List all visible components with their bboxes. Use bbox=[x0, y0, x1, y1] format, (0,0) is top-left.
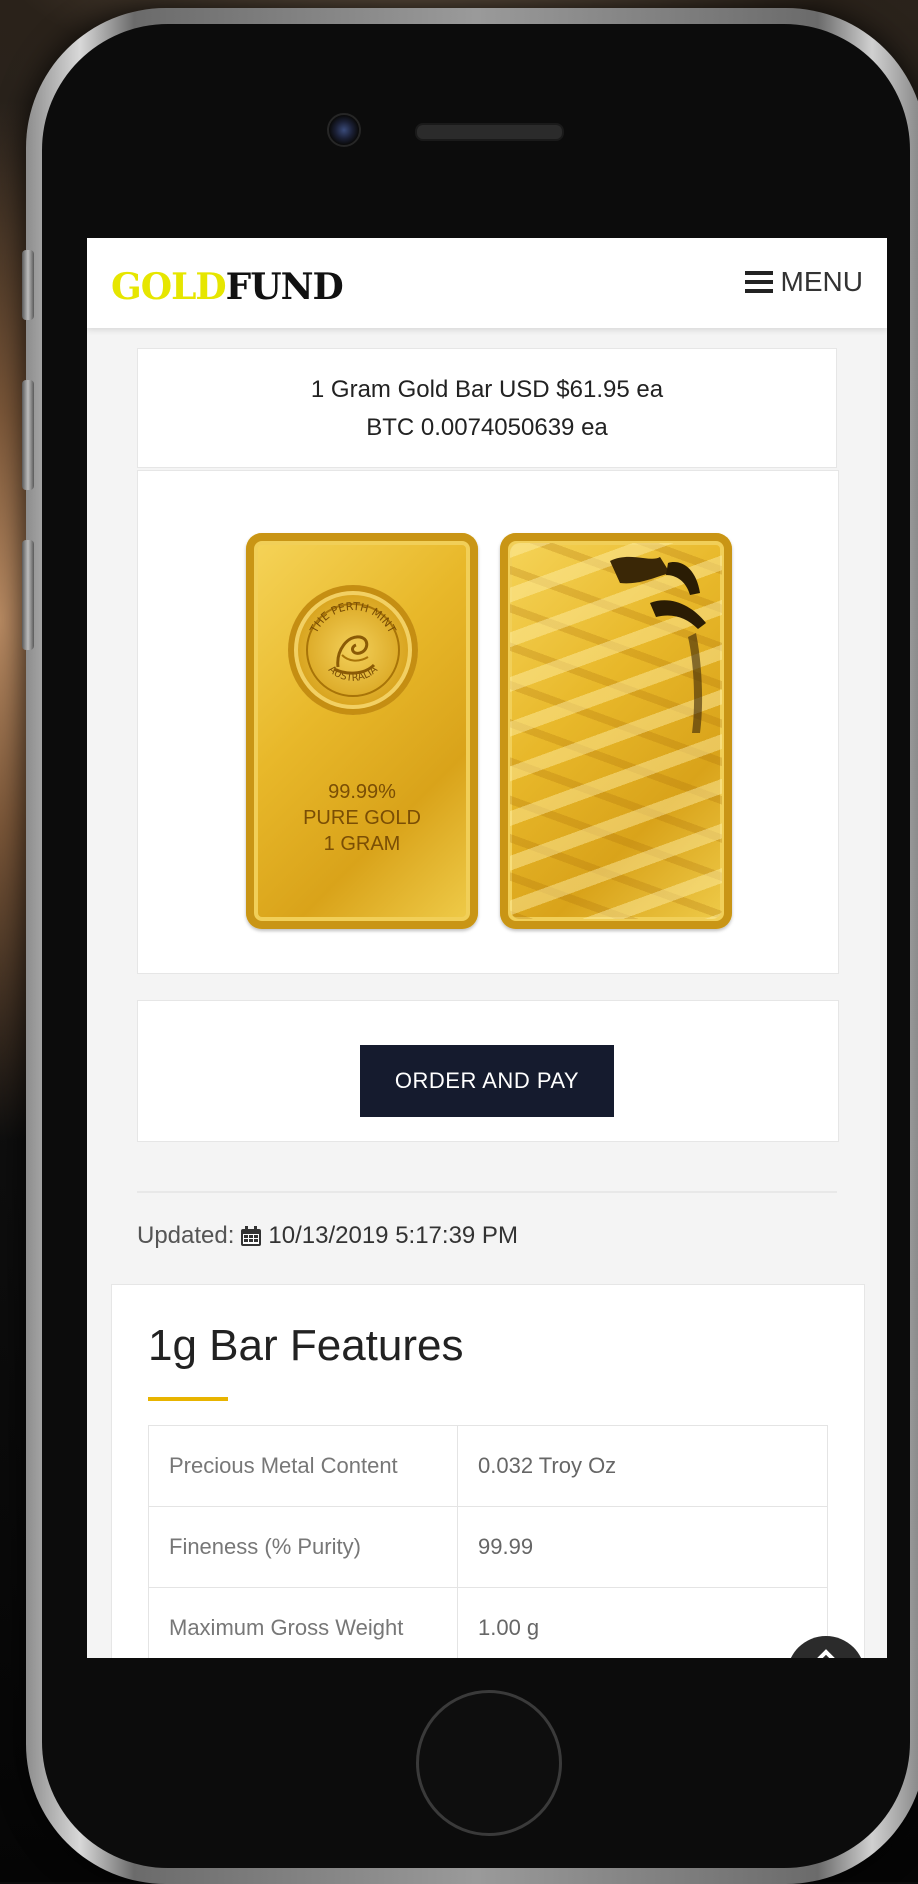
logo-gold-text: GOLD bbox=[111, 266, 227, 308]
updated-timestamp: Updated: 10/13/2019 5:17:39 PM bbox=[137, 1222, 518, 1250]
spec-key: Fineness (% Purity) bbox=[148, 1506, 458, 1588]
title-underline bbox=[148, 1397, 228, 1401]
chevron-up-icon bbox=[817, 1649, 835, 1658]
spec-key: Maximum Gross Weight bbox=[148, 1587, 458, 1658]
spec-value: 1.00 g bbox=[457, 1587, 828, 1658]
updated-label: Updated: bbox=[137, 1222, 235, 1249]
goldfund-logo[interactable]: GOLDFUND bbox=[111, 266, 344, 308]
features-table: Precious Metal Content 0.032 Troy Oz Fin… bbox=[148, 1425, 828, 1658]
menu-label: MENU bbox=[780, 266, 863, 297]
hamburger-icon bbox=[744, 271, 773, 293]
earpiece-speaker bbox=[415, 123, 564, 141]
calendar-icon bbox=[240, 1225, 262, 1247]
table-row: Fineness (% Purity) 99.99 bbox=[148, 1506, 828, 1588]
perth-mint-seal: THE PERTH MINT AUSTRALIA bbox=[288, 585, 418, 715]
divider bbox=[137, 1191, 837, 1193]
phone-volume-down bbox=[22, 540, 34, 650]
bar-text-line-3: 1 GRAM bbox=[323, 833, 401, 855]
order-and-pay-button[interactable]: ORDER AND PAY bbox=[360, 1045, 614, 1117]
home-button[interactable] bbox=[416, 1690, 562, 1836]
spec-value: 99.99 bbox=[457, 1506, 828, 1588]
bar-purity-text: 99.99% PURE GOLD 1 GRAM bbox=[246, 779, 478, 857]
menu-button[interactable]: MENU bbox=[744, 266, 863, 298]
phone-screen: GOLDFUND MENU 1 Gram Gold Bar USD $61.95… bbox=[87, 238, 887, 1658]
logo-fund-text: FUND bbox=[225, 266, 344, 308]
table-row: Maximum Gross Weight 1.00 g bbox=[148, 1587, 828, 1658]
phone-volume-up bbox=[22, 380, 34, 490]
gold-bar-front: THE PERTH MINT AUSTRALIA 99.99% PURE GOL… bbox=[246, 533, 478, 929]
gold-bar-back bbox=[500, 533, 732, 929]
bar-text-line-2: PURE GOLD bbox=[303, 807, 421, 829]
bar-text-line-1: 99.99% bbox=[328, 781, 396, 803]
product-image: THE PERTH MINT AUSTRALIA 99.99% PURE GOL… bbox=[137, 470, 839, 974]
spec-key: Precious Metal Content bbox=[148, 1425, 458, 1507]
site-header: GOLDFUND MENU bbox=[87, 238, 887, 328]
swan-emblem-icon: THE PERTH MINT AUSTRALIA bbox=[306, 600, 400, 697]
table-row: Precious Metal Content 0.032 Troy Oz bbox=[148, 1425, 828, 1507]
price-card: 1 Gram Gold Bar USD $61.95 ea BTC 0.0074… bbox=[137, 348, 837, 468]
updated-datetime: 10/13/2019 5:17:39 PM bbox=[268, 1222, 518, 1249]
kangaroo-icon bbox=[610, 556, 706, 733]
spec-value: 0.032 Troy Oz bbox=[457, 1425, 828, 1507]
features-title: 1g Bar Features bbox=[148, 1321, 464, 1370]
order-card: ORDER AND PAY bbox=[137, 1000, 839, 1142]
features-section: 1g Bar Features Precious Metal Content 0… bbox=[111, 1284, 865, 1658]
front-camera bbox=[327, 113, 361, 147]
phone-mute-switch bbox=[22, 250, 34, 320]
price-usd: 1 Gram Gold Bar USD $61.95 ea bbox=[310, 376, 664, 403]
price-btc: BTC 0.0074050639 ea bbox=[366, 414, 608, 441]
